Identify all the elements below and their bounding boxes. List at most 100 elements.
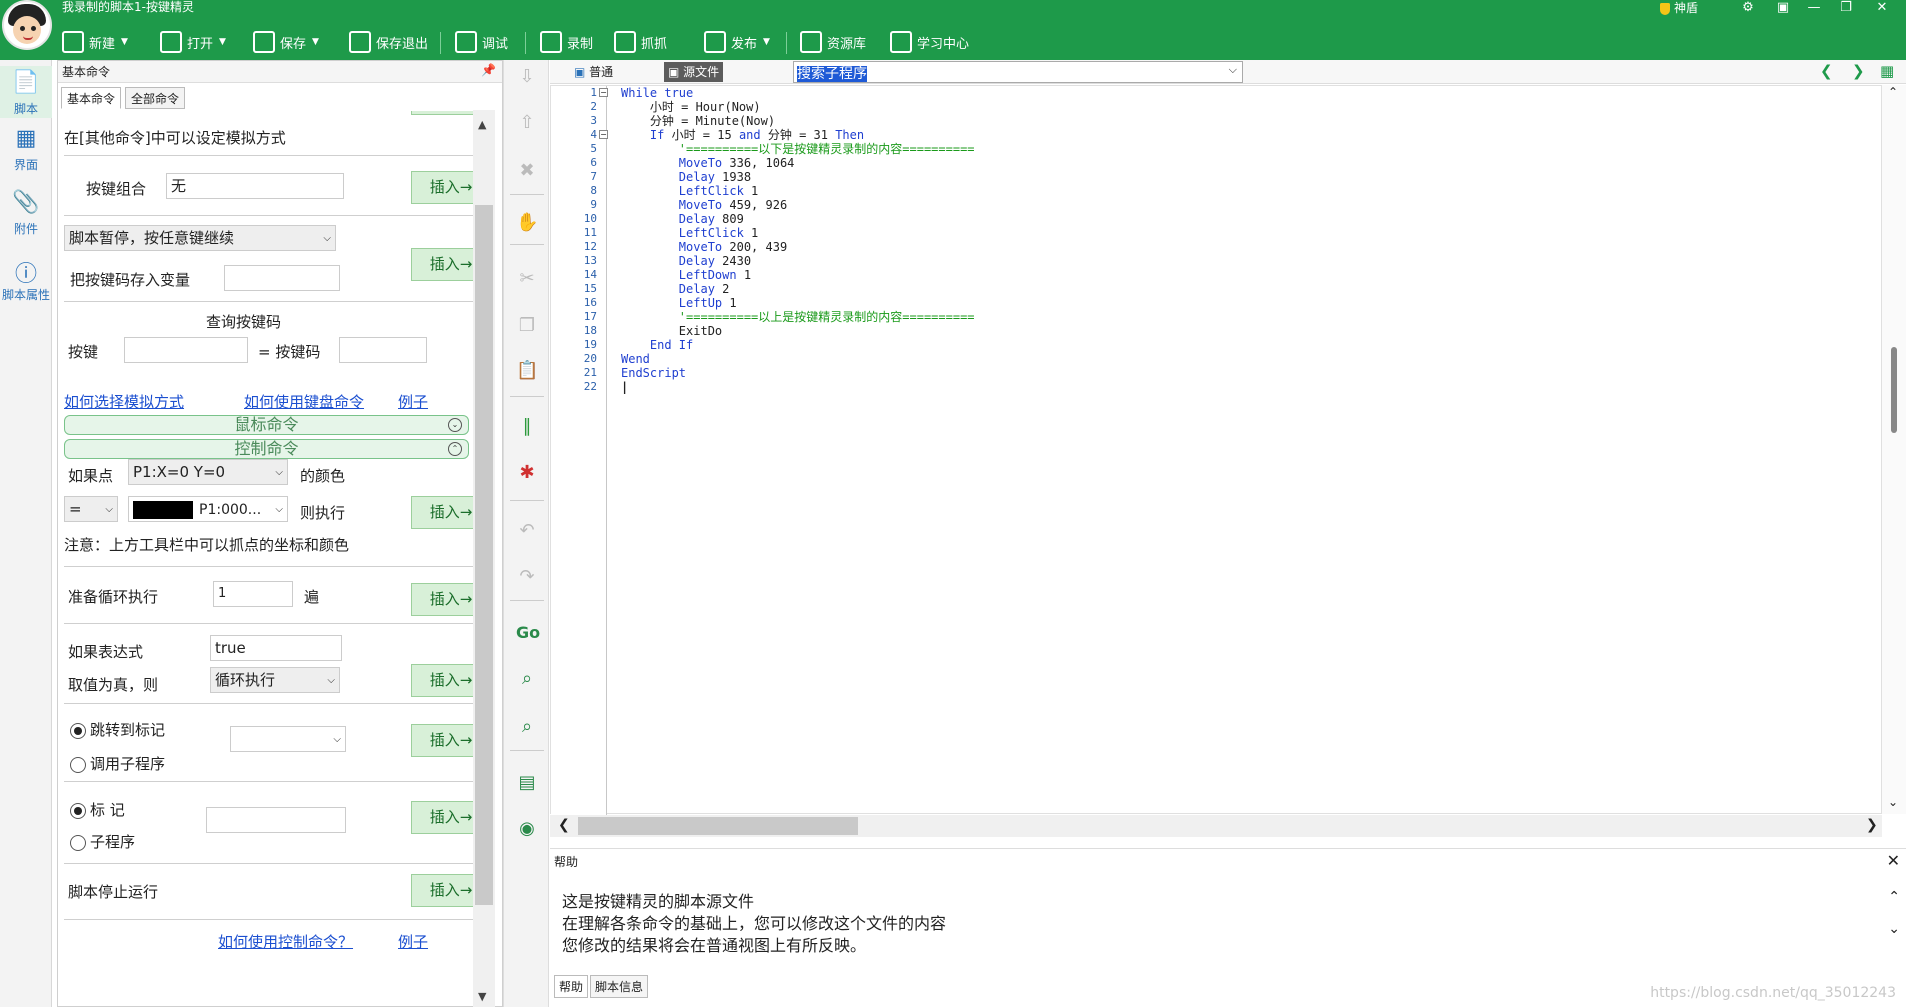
link-control-example[interactable]: 例子 <box>398 931 428 952</box>
code-line[interactable]: Delay 2 <box>621 282 730 296</box>
section-mouse-commands[interactable]: 鼠标命令 ⌄ <box>64 415 469 435</box>
toolbar-publish-button[interactable]: 发布 ▼ <box>704 28 770 56</box>
code-line[interactable]: MoveTo 336, 1064 <box>621 156 795 170</box>
radio-mark[interactable] <box>70 803 86 819</box>
tab-basic-commands[interactable]: 基本命令 <box>61 87 122 109</box>
view-source-tab[interactable]: ▣ 源文件 <box>664 62 724 82</box>
scroll-down-icon[interactable]: ⌄ <box>1888 795 1898 809</box>
skin-icon[interactable]: ▣ <box>1773 0 1793 15</box>
code-line[interactable]: 小时 = Hour(Now) <box>621 100 761 114</box>
link-how-use-control[interactable]: 如何使用控制命令？ <box>218 931 353 952</box>
link-how-choose-sim-mode[interactable]: 如何选择模拟方式 <box>64 391 184 412</box>
dropdown-arrow-icon[interactable]: ▼ <box>121 37 128 47</box>
code-line[interactable]: End If <box>621 338 693 352</box>
maximize-button[interactable]: ❐ <box>1836 0 1856 15</box>
nav-item-script[interactable]: 📄 脚本 <box>0 66 52 118</box>
nav-forward-icon[interactable]: ❯ <box>1852 62 1865 80</box>
key-combo-input[interactable]: 无 <box>166 173 344 199</box>
radio-goto-mark[interactable] <box>70 723 86 739</box>
view-normal-tab[interactable]: ▣ 普通 <box>570 62 617 82</box>
store-keycode-input[interactable] <box>224 265 340 291</box>
toolbar-grab-button[interactable]: 抓抓 <box>614 28 667 56</box>
code-line[interactable]: While true <box>621 86 693 100</box>
pause-mode-select[interactable]: 脚本暂停，按任意键继续 ⌵ <box>64 225 336 251</box>
dropdown-arrow-icon[interactable]: ▼ <box>219 37 226 47</box>
move-up-icon[interactable]: ⇧ <box>516 112 538 134</box>
toolbar-learning-button[interactable]: 学习中心 <box>890 28 969 56</box>
goto-line-icon[interactable]: Go <box>516 622 540 644</box>
code-area[interactable]: While true 小时 = Hour(Now) 分钟 = Minute(No… <box>621 86 1871 815</box>
tab-help[interactable]: 帮助 <box>554 975 589 998</box>
dropdown-arrow-icon[interactable]: ▼ <box>763 37 770 47</box>
dropdown-arrow-icon[interactable]: ▼ <box>312 37 319 47</box>
copy-icon[interactable]: ❐ <box>516 315 538 337</box>
fold-toggle-icon[interactable]: − <box>599 88 608 97</box>
nav-item-ui-grid[interactable]: ▦ 界面 <box>0 122 52 174</box>
scrollbar-thumb[interactable] <box>1891 347 1897 433</box>
code-line[interactable]: | <box>621 380 628 394</box>
toolbar-save-button[interactable]: 保存 ▼ <box>253 28 319 56</box>
scroll-up-icon[interactable]: ⌃ <box>1888 85 1898 99</box>
code-line[interactable]: MoveTo 459, 926 <box>621 198 787 212</box>
toolbar-camera-button[interactable]: 录制 <box>540 28 593 56</box>
toolbar-play-button[interactable]: 调试 <box>455 28 508 56</box>
user-badge[interactable]: 神盾 <box>1660 0 1698 16</box>
help-scroll-down-icon[interactable]: ⌄ <box>1888 921 1900 937</box>
link-how-use-keyboard[interactable]: 如何使用键盘命令 <box>244 391 364 412</box>
hand-icon[interactable]: ✋ <box>516 212 538 234</box>
code-line[interactable]: LeftDown 1 <box>621 268 751 282</box>
link-keyboard-example[interactable]: 例子 <box>398 391 428 412</box>
code-line[interactable]: LeftUp 1 <box>621 296 737 310</box>
help-scroll-up-icon[interactable]: ⌃ <box>1888 889 1900 905</box>
toolbar-save-exit-button[interactable]: 保存退出 <box>349 28 428 56</box>
scrollbar-thumb[interactable] <box>578 817 858 835</box>
code-line[interactable]: LeftClick 1 <box>621 226 758 240</box>
code-line[interactable]: Delay 2430 <box>621 254 751 268</box>
pin-icon[interactable]: 📌 <box>481 63 496 77</box>
tab-script-info[interactable]: 脚本信息 <box>590 975 649 998</box>
uncomment-icon[interactable]: ✱ <box>516 462 538 484</box>
toolbar-new-button[interactable]: 新建 ▼ <box>62 28 128 56</box>
nav-item-attachment[interactable]: 📎 附件 <box>0 186 52 238</box>
expression-input[interactable]: true <box>210 635 342 661</box>
find-replace-icon[interactable]: ⌕ <box>516 716 538 738</box>
settings-gear-icon[interactable]: ⚙ <box>1738 0 1758 15</box>
scroll-down-icon[interactable]: ▼ <box>478 990 486 1003</box>
undo-icon[interactable]: ↶ <box>516 520 538 542</box>
color-select[interactable]: P1:000... ⌵ <box>128 496 288 522</box>
query-key-input[interactable] <box>124 337 248 363</box>
code-editor[interactable]: 1 2 3 4 5 6 7 8 9 10 11 12 13 14 15 16 17 18 19 20 21 22− − Wh… <box>550 85 1882 815</box>
scroll-right-icon[interactable]: ❯ <box>1866 817 1878 833</box>
compare-op-select[interactable]: = ⌵ <box>64 496 118 522</box>
section-control-commands[interactable]: 控制命令 ⌃ <box>64 439 469 459</box>
nav-back-icon[interactable]: ❮ <box>1820 62 1833 80</box>
radio-call-sub[interactable] <box>70 757 86 773</box>
mark-name-input[interactable] <box>206 807 346 833</box>
paste-icon[interactable]: 📋 <box>516 360 538 382</box>
delete-icon[interactable]: ✖ <box>516 160 538 182</box>
radio-subroutine[interactable] <box>70 835 86 851</box>
code-line[interactable]: EndScript <box>621 366 686 380</box>
tab-all-commands[interactable]: 全部命令 <box>125 87 186 109</box>
editor-vertical-scrollbar[interactable]: ⌃ ⌄ <box>1882 85 1906 814</box>
toolbar-open-folder-button[interactable]: 打开 ▼ <box>160 28 226 56</box>
minimize-button[interactable]: — <box>1804 0 1824 15</box>
watch-eye-icon[interactable]: ◉ <box>516 818 538 840</box>
move-down-icon[interactable]: ⇩ <box>516 66 538 88</box>
code-line[interactable]: 分钟 = Minute(Now) <box>621 114 775 128</box>
nav-item-info[interactable]: ⓘ 脚本属性 <box>0 252 52 304</box>
code-line[interactable]: LeftClick 1 <box>621 184 758 198</box>
editor-horizontal-scrollbar[interactable]: ❮ ❯ <box>550 815 1882 837</box>
close-icon[interactable]: ✕ <box>1887 851 1900 870</box>
code-line[interactable]: '==========以上是按键精灵录制的内容========== <box>621 310 975 324</box>
loop-count-stepper[interactable]: 1 <box>213 581 293 607</box>
code-line[interactable]: '==========以下是按键精灵录制的内容========== <box>621 142 975 156</box>
query-keycode-input[interactable] <box>339 337 427 363</box>
subroutine-search-select[interactable]: 搜索子程序 ⌵ <box>793 61 1243 83</box>
redo-icon[interactable]: ↷ <box>516 566 538 588</box>
point-select[interactable]: P1:X=0 Y=0 ⌵ <box>128 459 288 485</box>
comment-icon[interactable]: ∥ <box>516 416 538 438</box>
toolbar-resource-button[interactable]: 资源库 <box>800 28 866 56</box>
find-icon[interactable]: ⌕ <box>516 668 538 690</box>
scroll-left-icon[interactable]: ❮ <box>558 817 570 833</box>
